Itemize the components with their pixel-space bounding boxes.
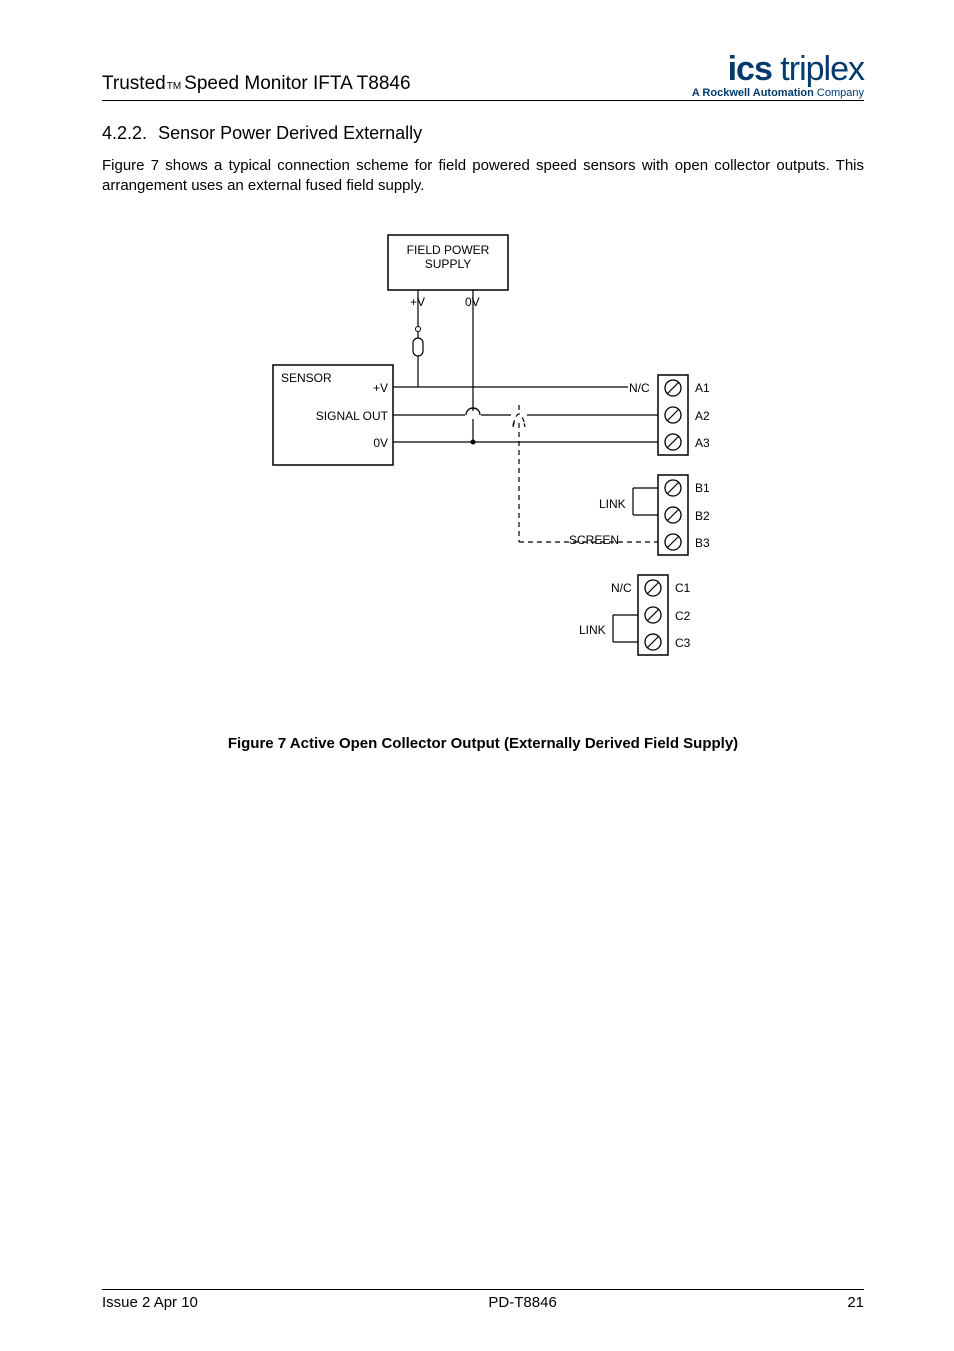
label-link-b: LINK xyxy=(599,497,626,511)
section-title: Sensor Power Derived Externally xyxy=(158,123,422,143)
label-a3: A3 xyxy=(695,436,710,450)
figure-diagram: FIELD POWER SUPPLY +V 0V SENSOR +V SIGNA… xyxy=(213,225,753,725)
logo-brand-rest: triplex xyxy=(772,50,864,88)
label-a1: A1 xyxy=(695,381,710,395)
label-c1: C1 xyxy=(675,581,690,595)
header-trademark: TM xyxy=(167,81,181,92)
logo-tag-prefix: A xyxy=(692,87,703,99)
logo-tagline: A Rockwell Automation Company xyxy=(692,87,864,99)
label-signal-out: SIGNAL OUT xyxy=(316,409,388,423)
label-sensor: SENSOR xyxy=(281,371,332,385)
header-product-rest: Speed Monitor IFTA T8846 xyxy=(184,73,410,95)
field-power-line1: FIELD POWER xyxy=(401,243,495,257)
header-title: Trusted TM Speed Monitor IFTA T8846 xyxy=(102,73,411,99)
label-c3: C3 xyxy=(675,636,690,650)
label-link-c: LINK xyxy=(579,623,606,637)
label-screen: SCREEN xyxy=(569,533,619,547)
footer-doc-id: PD-T8846 xyxy=(488,1294,556,1311)
footer-page-number: 21 xyxy=(847,1294,864,1311)
section-heading: 4.2.2. Sensor Power Derived Externally xyxy=(102,123,864,144)
footer-issue: Issue 2 Apr 10 xyxy=(102,1294,198,1311)
header-product-prefix: Trusted xyxy=(102,73,166,95)
label-field-power: FIELD POWER SUPPLY xyxy=(401,243,495,271)
company-logo: ics triplex A Rockwell Automation Compan… xyxy=(692,50,864,99)
section-body: Figure 7 shows a typical connection sche… xyxy=(102,156,864,195)
page-footer: Issue 2 Apr 10 PD-T8846 21 xyxy=(102,1289,864,1311)
figure-caption: Figure 7 Active Open Collector Output (E… xyxy=(102,735,864,752)
label-b1: B1 xyxy=(695,481,710,495)
logo-brand-bold: ics xyxy=(728,50,772,88)
label-sensor-plus-v: +V xyxy=(366,381,388,395)
field-power-line2: SUPPLY xyxy=(401,257,495,271)
logo-tag-suffix: Company xyxy=(814,87,864,99)
label-c2: C2 xyxy=(675,609,690,623)
label-sensor-0v: 0V xyxy=(373,436,388,450)
label-b2: B2 xyxy=(695,509,710,523)
section-number: 4.2.2. xyxy=(102,123,147,143)
page-header: Trusted TM Speed Monitor IFTA T8846 ics … xyxy=(102,50,864,101)
label-a2: A2 xyxy=(695,409,710,423)
label-nc-c: N/C xyxy=(611,581,632,595)
label-supply-plus-v: +V xyxy=(410,295,425,309)
label-nc-a: N/C xyxy=(629,381,650,395)
label-supply-0v: 0V xyxy=(465,295,480,309)
logo-brand: ics triplex xyxy=(692,50,864,89)
logo-tag-bold: Rockwell Automation xyxy=(702,87,813,99)
label-b3: B3 xyxy=(695,536,710,550)
